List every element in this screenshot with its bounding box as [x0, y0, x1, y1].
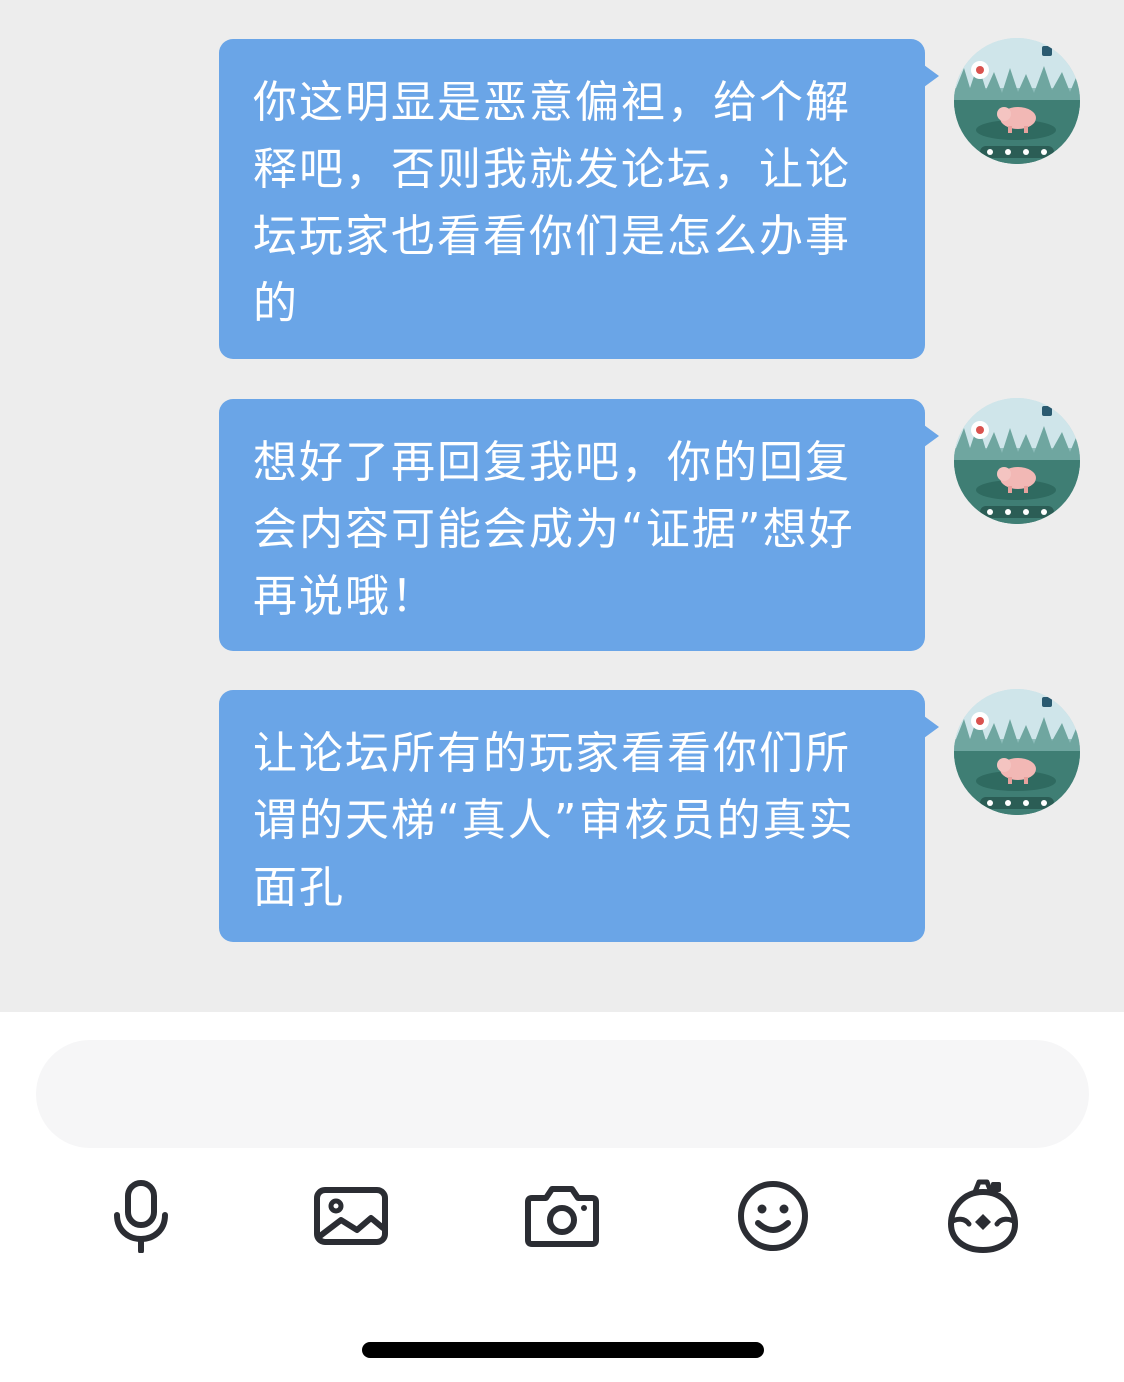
pig-game-avatar-icon — [954, 689, 1080, 815]
emoji-icon — [738, 1181, 808, 1251]
avatar[interactable] — [954, 689, 1080, 815]
camera-icon — [525, 1186, 599, 1247]
composer — [0, 1012, 1124, 1382]
microphone-icon — [114, 1180, 168, 1253]
message-bubble[interactable]: 想好了再回复我吧，你的回复会内容可能会成为“证据”想好再说哦！ — [219, 399, 939, 651]
home-indicator[interactable] — [362, 1342, 764, 1358]
image-icon — [314, 1187, 388, 1245]
emoji-button[interactable] — [728, 1174, 818, 1258]
message-bubble[interactable]: 让论坛所有的玩家看看你们所谓的天梯“真人”审核员的真实面孔 — [219, 690, 939, 942]
avatar[interactable] — [954, 398, 1080, 524]
message-bubble[interactable]: 你这明显是恶意偏袒，给个解释吧，否则我就发论坛，让论坛玩家也看看你们是怎么办事的 — [219, 39, 939, 359]
image-button[interactable] — [306, 1174, 396, 1258]
chat-area: 你这明显是恶意偏袒，给个解释吧，否则我就发论坛，让论坛玩家也看看你们是怎么办事的 — [0, 0, 1124, 1012]
pig-game-avatar-icon — [954, 38, 1080, 164]
camera-button[interactable] — [517, 1174, 607, 1258]
red-packet-button[interactable] — [938, 1174, 1028, 1258]
message-input[interactable] — [36, 1040, 1089, 1148]
avatar[interactable] — [954, 38, 1080, 164]
pig-game-avatar-icon — [954, 398, 1080, 524]
red-packet-icon — [947, 1179, 1019, 1254]
voice-button[interactable] — [96, 1174, 186, 1258]
